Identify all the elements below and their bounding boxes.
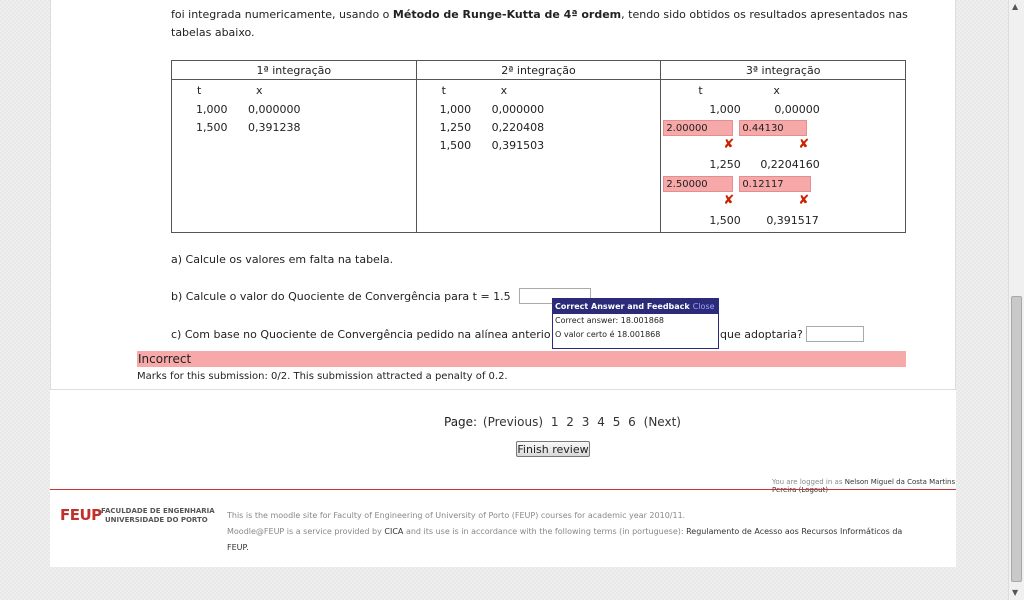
footer-line2: Moodle@FEUP is a service provided by: [227, 527, 385, 536]
footer-text: This is the moodle site for Faculty of E…: [227, 508, 947, 556]
page-link-5[interactable]: 5: [613, 415, 621, 429]
page-label: Page:: [444, 415, 478, 429]
feedback-text: O valor certo é 18.001868: [555, 330, 661, 339]
int3-x-input-2[interactable]: 0.12117: [739, 176, 812, 192]
int3-t-input-2[interactable]: 2.50000: [663, 176, 734, 192]
int1-x2: 0,391238: [248, 121, 301, 134]
intro-line2: tabelas abaixo.: [171, 26, 255, 39]
page-link-4[interactable]: 4: [597, 415, 605, 429]
incorrect-icon: ✘: [723, 137, 735, 152]
logo-line2: UNIVERSIDADE DO PORTO: [105, 516, 208, 524]
method-name: Método de Runge-Kutta de 4ª ordem: [392, 8, 622, 21]
int3-x1: 0,00000: [774, 103, 820, 116]
int2-t3: 1,500: [439, 139, 472, 152]
int3-x2: 0,2204160: [760, 158, 820, 171]
incorrect-icon: ✘: [723, 193, 735, 208]
col-x-label: x: [256, 84, 263, 97]
col-t-label: t: [441, 84, 446, 97]
int2-x2: 0,220408: [491, 121, 545, 134]
int3-x-input-1[interactable]: 0.44130: [739, 120, 808, 136]
answer-c-input[interactable]: [806, 326, 864, 342]
int2-t1: 1,000: [439, 103, 472, 116]
int3-t1: 1,000: [709, 103, 741, 116]
tooltip-header: Correct Answer and Feedback Close: [553, 299, 718, 314]
intro-text: foi integrada numericamente, usando o: [171, 8, 393, 21]
int2-x1: 0,000000: [491, 103, 545, 116]
question-a: a) Calcule os valores em falta na tabela…: [171, 253, 394, 266]
question-b: b) Calcule o valor do Quociente de Conve…: [171, 290, 511, 303]
int3-t3: 1,500: [709, 214, 741, 227]
scrollbar-thumb[interactable]: [1011, 296, 1022, 582]
int2-cell: t x 1,000 0,000000 1,250 0,220408 1,500 …: [415, 79, 662, 233]
incorrect-icon: ✘: [798, 137, 810, 152]
feup-logo-text: FACULDADE DE ENGENHARIA UNIVERSIDADE DO …: [101, 507, 215, 525]
vertical-scrollbar[interactable]: ▲ ▼: [1008, 0, 1024, 600]
col-t-label: t: [197, 84, 202, 97]
int3-t-input-1[interactable]: 2.00000: [663, 120, 734, 136]
page-link-3[interactable]: 3: [582, 415, 590, 429]
login-prefix: You are logged in as: [772, 478, 845, 486]
question-c: c) Com base no Quociente de Convergência…: [171, 328, 551, 341]
pagination: Page: (Previous) 1 2 3 4 5 6 (Next): [444, 415, 683, 429]
header-int3: 3ª integração: [660, 60, 906, 80]
page-link-1[interactable]: 1: [551, 415, 559, 429]
col-x-label: x: [500, 84, 508, 97]
int1-t1: 1,000: [196, 103, 228, 116]
regulation-link[interactable]: Regulamento de Acesso aos Recursos Infor…: [686, 527, 902, 536]
scroll-down-icon[interactable]: ▼: [1012, 588, 1018, 597]
header-int1: 1ª integração: [171, 60, 417, 80]
tooltip-title: Correct Answer and Feedback: [555, 302, 690, 311]
logo-line1: FACULDADE DE ENGENHARIA: [101, 507, 215, 515]
next-link[interactable]: (Next): [644, 415, 681, 429]
login-info: You are logged in as Nelson Miguel da Co…: [772, 478, 956, 494]
int3-x3: 0,391517: [766, 214, 819, 227]
page-container: foi integrada numericamente, usando o Mé…: [50, 0, 956, 567]
correct-answer-text: Correct answer: 18.001868: [555, 316, 664, 325]
intro-text-2: , tendo sido obtidos os resultados apres…: [621, 8, 908, 21]
feup-logo[interactable]: FEUP: [60, 506, 102, 524]
cica-link[interactable]: CICA: [384, 527, 403, 536]
int3-t2: 1,250: [709, 158, 741, 171]
finish-review-button[interactable]: Finish review: [516, 441, 590, 457]
question-content: foi integrada numericamente, usando o Mé…: [50, 0, 956, 390]
page-link-6[interactable]: 6: [628, 415, 636, 429]
question-intro: foi integrada numericamente, usando o Mé…: [171, 6, 911, 42]
int1-x1: 0,000000: [248, 103, 301, 116]
incorrect-icon: ✘: [798, 193, 810, 208]
int1-cell: t x 1,000 0,000000 1,500 0,391238: [171, 79, 417, 233]
footer-line3[interactable]: FEUP.: [227, 543, 249, 552]
footer-line1: This is the moodle site for Faculty of E…: [227, 511, 686, 520]
question-c-end: que adoptaria?: [720, 328, 803, 341]
feedback-tooltip: Correct Answer and Feedback Close Correct…: [552, 298, 719, 349]
int2-t2: 1,250: [439, 121, 472, 134]
page-link-2[interactable]: 2: [566, 415, 574, 429]
tooltip-close[interactable]: Close: [693, 302, 715, 311]
col-x-label: x: [773, 84, 780, 97]
int3-cell: t x 1,000 0,00000 2.00000 0.44130 ✘ ✘ 1,…: [660, 79, 906, 233]
col-t-label: t: [698, 84, 703, 97]
status-badge: Incorrect: [137, 351, 906, 367]
prev-link[interactable]: (Previous): [483, 415, 543, 429]
footer-divider: [50, 489, 956, 490]
marks-text: Marks for this submission: 0/2. This sub…: [137, 371, 508, 382]
int2-x3: 0,391503: [491, 139, 545, 152]
scroll-up-icon[interactable]: ▲: [1012, 2, 1018, 11]
header-int2: 2ª integração: [415, 60, 662, 80]
logout-link[interactable]: (Logout): [799, 486, 828, 494]
results-table: 1ª integração 2ª integração 3ª integraçã…: [171, 60, 906, 233]
int1-t2: 1,500: [196, 121, 228, 134]
footer-line2b: and its use is in accordance with the fo…: [403, 527, 687, 536]
